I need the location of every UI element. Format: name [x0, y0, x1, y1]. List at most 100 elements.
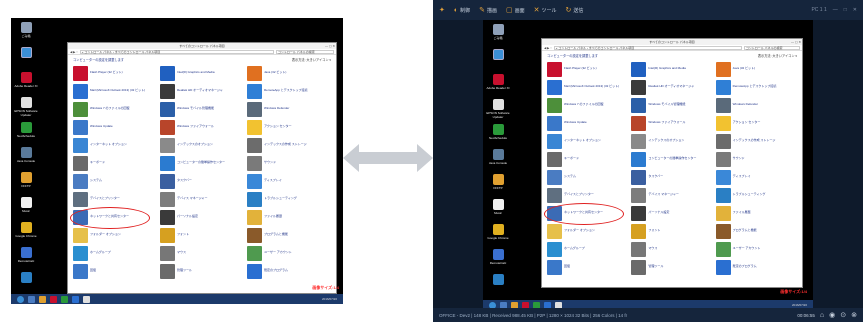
- control-panel-item[interactable]: Intel(R) Graphics and Media: [160, 64, 244, 82]
- window-control[interactable]: PC 1 1: [811, 7, 826, 13]
- desktop-icon[interactable]: Google Chrome: [13, 222, 39, 238]
- status-control-icon[interactable]: ⌂: [820, 312, 824, 319]
- status-control-icon[interactable]: ⊗: [851, 311, 857, 319]
- view-by-selector[interactable]: 表示方法: 大きいアイコン ▾: [758, 53, 797, 58]
- control-panel-item[interactable]: Windows モバイル管理機能: [631, 96, 712, 114]
- control-panel-item[interactable]: Windows Update: [73, 118, 157, 136]
- desktop-icon[interactable]: Music: [13, 197, 39, 213]
- search-field[interactable]: コントロール パネルの検索: [275, 49, 334, 54]
- window-control[interactable]: □: [844, 7, 847, 13]
- control-panel-item[interactable]: Windows モバイル管理機能: [160, 100, 244, 118]
- taskbar-app-icon[interactable]: [72, 295, 79, 303]
- desktop-icon[interactable]: EPSON Software Updater: [485, 99, 511, 119]
- window-controls[interactable]: — ▢ ✕: [325, 43, 335, 49]
- control-panel-item[interactable]: RemoteApp とデスクトップ接続: [715, 78, 797, 96]
- desktop-icon[interactable]: RemoteCalc: [13, 247, 39, 263]
- desktop-icon[interactable]: ごみ箱: [485, 24, 511, 40]
- desktop-icon[interactable]: EPSON Software Updater: [13, 97, 39, 117]
- back-icon[interactable]: ◀ ▶ ↑: [70, 50, 78, 54]
- control-panel-item[interactable]: Windows 7 のファイルの回復: [73, 100, 157, 118]
- desktop-icon[interactable]: FFFTP: [13, 172, 39, 188]
- toolbar-item[interactable]: ✎ 描画: [479, 6, 497, 14]
- toolbar-item[interactable]: ▢ 画面: [506, 6, 525, 14]
- desktop-icon[interactable]: Adobe Reader XI: [13, 72, 39, 88]
- control-panel-item[interactable]: インデックスの作成 ストレージ: [715, 132, 797, 150]
- control-panel-item[interactable]: Flash Player (32 ビット): [73, 64, 157, 82]
- control-panel-item[interactable]: Windows 7 のファイルの回復: [547, 96, 628, 114]
- control-panel-item[interactable]: システム: [73, 172, 157, 190]
- control-panel-item[interactable]: インターネット オプション: [547, 132, 628, 150]
- control-panel-item[interactable]: ディスプレイ: [715, 168, 797, 186]
- control-panel-item[interactable]: 回復: [73, 262, 157, 280]
- control-panel-item[interactable]: パーソナル設定: [631, 204, 712, 222]
- status-control-icon[interactable]: ◉: [829, 311, 835, 319]
- toolbar-item[interactable]: ✕ ツール: [534, 6, 557, 14]
- desktop-icon[interactable]: RemoteCalc: [485, 249, 511, 265]
- taskbar-app-icon[interactable]: [83, 295, 90, 303]
- desktop-icon[interactable]: [485, 49, 511, 61]
- control-panel-item[interactable]: プログラムと機能: [715, 222, 797, 240]
- toolbar-item[interactable]: ◐ 制御: [454, 7, 470, 14]
- control-panel-item[interactable]: ユーザー アカウント: [715, 240, 797, 258]
- control-panel-item[interactable]: アクション センター: [715, 114, 797, 132]
- remote-control-panel-window[interactable]: すべてのコントロール パネル項目 — ▢ ✕ ◀ ▶ ↑ « コントロール パネル ›…: [541, 38, 803, 288]
- control-panel-item[interactable]: ファイル履歴: [247, 208, 331, 226]
- desktop-icon[interactable]: [13, 47, 39, 59]
- control-panel-item[interactable]: RemoteApp とデスクトップ接続: [247, 82, 331, 100]
- control-panel-item[interactable]: Mail (Microsoft Outlook 2013) (32 ビット): [547, 78, 628, 96]
- control-panel-item[interactable]: フォント: [160, 226, 244, 244]
- control-panel-item[interactable]: Windows Defender: [247, 100, 331, 118]
- control-panel-item[interactable]: マウス: [631, 240, 712, 258]
- taskbar-app-icon[interactable]: [50, 295, 57, 303]
- control-panel-item[interactable]: デバイスとプリンター: [73, 190, 157, 208]
- control-panel-item[interactable]: システム: [547, 168, 628, 186]
- control-panel-item[interactable]: トラブルシューティング: [715, 186, 797, 204]
- desktop-icon[interactable]: ごみ箱: [13, 22, 39, 38]
- desktop-icon[interactable]: Java Console: [485, 149, 511, 165]
- desktop-icon[interactable]: Google Chrome: [485, 224, 511, 240]
- control-panel-item[interactable]: フォント: [631, 222, 712, 240]
- desktop-icon[interactable]: [13, 272, 39, 284]
- control-panel-item[interactable]: 既定のプログラム: [247, 262, 331, 280]
- window-control[interactable]: —: [833, 7, 838, 13]
- desktop-icon[interactable]: Music: [485, 199, 511, 215]
- control-panel-item[interactable]: デバイス マネージャー: [160, 190, 244, 208]
- status-control-icon[interactable]: ⊙: [840, 311, 846, 319]
- desktop-icon[interactable]: Adobe Reader XI: [485, 74, 511, 90]
- control-panel-item[interactable]: ホームグループ: [73, 244, 157, 262]
- control-panel-item[interactable]: トラブルシューティング: [247, 190, 331, 208]
- desktop-icon[interactable]: NeoSchedule: [13, 122, 39, 138]
- control-panel-item[interactable]: Mail (Microsoft Outlook 2013) (32 ビット): [73, 82, 157, 100]
- desktop-icon[interactable]: Java Console: [13, 147, 39, 163]
- back-icon[interactable]: ◀ ▶ ↑: [544, 46, 552, 50]
- taskbar-app-icon[interactable]: [61, 295, 68, 303]
- control-panel-item[interactable]: タスクバー: [160, 172, 244, 190]
- control-panel-item[interactable]: サウンド: [715, 150, 797, 168]
- control-panel-item[interactable]: サウンド: [247, 154, 331, 172]
- taskbar-app-icon[interactable]: [39, 295, 46, 303]
- address-field[interactable]: « コントロール パネル › すべてのコントロール パネル項目: [79, 49, 274, 54]
- toolbar-item[interactable]: ↻ 送信: [566, 6, 584, 14]
- control-panel-item[interactable]: キーボード: [547, 150, 628, 168]
- control-panel-item[interactable]: デバイス マネージャー: [631, 186, 712, 204]
- control-panel-item[interactable]: 管理ツール: [160, 262, 244, 280]
- start-button[interactable]: [17, 295, 24, 303]
- control-panel-item[interactable]: インデックスの作成 ストレージ: [247, 136, 331, 154]
- control-panel-item[interactable]: Flash Player (32 ビット): [547, 60, 628, 78]
- control-panel-item[interactable]: Realtek HD オーディオマネージャ: [160, 82, 244, 100]
- control-panel-item[interactable]: 既定のプログラム: [715, 258, 797, 276]
- desktop-icon[interactable]: NeoSchedule: [485, 124, 511, 140]
- control-panel-item[interactable]: キーボード: [73, 154, 157, 172]
- control-panel-item[interactable]: インターネット オプション: [73, 136, 157, 154]
- control-panel-item[interactable]: 管理ツール: [631, 258, 712, 276]
- control-panel-item[interactable]: Intel(R) Graphics and Media: [631, 60, 712, 78]
- window-control[interactable]: ✕: [853, 7, 857, 13]
- control-panel-item[interactable]: マウス: [160, 244, 244, 262]
- control-panel-item[interactable]: Windows ファイアウォール: [631, 114, 712, 132]
- control-panel-item[interactable]: ホームグループ: [547, 240, 628, 258]
- window-controls[interactable]: — ▢ ✕: [791, 39, 801, 45]
- control-panel-item[interactable]: Java (32 ビット): [247, 64, 331, 82]
- view-by-selector[interactable]: 表示方法: 大きいアイコン ▾: [292, 57, 331, 62]
- control-panel-item[interactable]: デバイスとプリンター: [547, 186, 628, 204]
- address-field[interactable]: « コントロール パネル › すべてのコントロール パネル項目: [553, 45, 742, 50]
